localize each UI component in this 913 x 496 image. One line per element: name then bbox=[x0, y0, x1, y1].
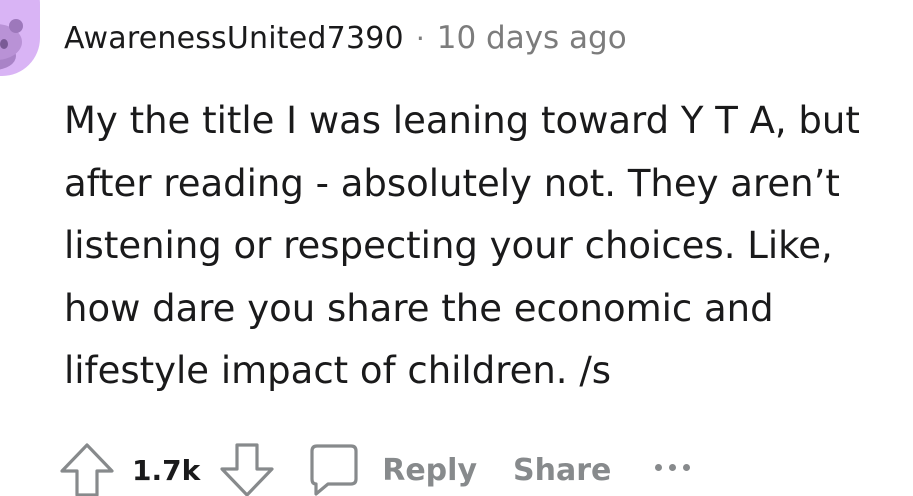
downvote-button[interactable] bbox=[218, 441, 276, 496]
snoo-avatar-icon bbox=[0, 19, 23, 70]
arrow-down-icon bbox=[220, 443, 274, 496]
ellipsis-icon bbox=[669, 463, 677, 471]
comment-body: My the title I was leaning toward Y T A,… bbox=[64, 99, 860, 392]
upvote-button[interactable] bbox=[58, 441, 116, 496]
user-avatar[interactable] bbox=[0, 0, 40, 76]
comment: AwarenessUnited7390 · 10 days ago My the… bbox=[0, 0, 913, 496]
username-link[interactable]: AwarenessUnited7390 bbox=[64, 21, 404, 56]
comment-meta: AwarenessUnited7390 · 10 days ago bbox=[64, 18, 627, 58]
speech-bubble-icon bbox=[310, 444, 358, 496]
more-options-button[interactable] bbox=[655, 463, 691, 471]
reply-button[interactable]: Reply bbox=[304, 441, 477, 496]
comment-actions: 1.7k Reply Share bbox=[58, 440, 691, 496]
meta-separator: · bbox=[415, 21, 425, 55]
ellipsis-icon bbox=[655, 463, 663, 471]
reply-label: Reply bbox=[382, 452, 477, 488]
share-button[interactable]: Share bbox=[513, 453, 611, 488]
timestamp[interactable]: 10 days ago bbox=[437, 20, 627, 56]
vote-score: 1.7k bbox=[132, 453, 201, 487]
ellipsis-icon bbox=[683, 463, 691, 471]
arrow-up-icon bbox=[60, 443, 114, 496]
